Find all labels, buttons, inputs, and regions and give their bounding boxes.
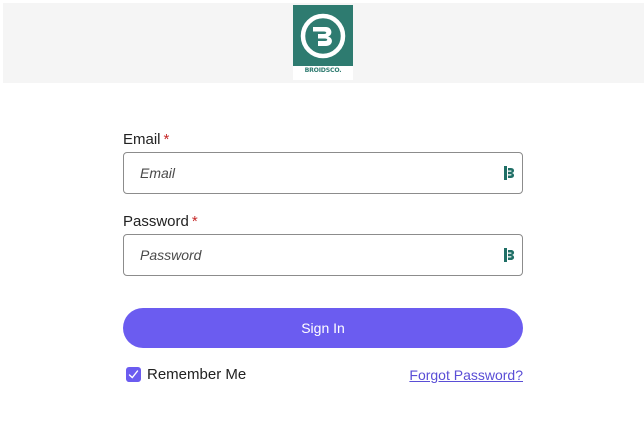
password-manager-icon[interactable]: [504, 248, 516, 262]
remember-me-checkbox[interactable]: [126, 367, 141, 382]
email-field[interactable]: [123, 152, 523, 194]
email-label-text: Email: [123, 131, 161, 148]
check-icon: [128, 370, 139, 379]
sign-in-button[interactable]: Sign In: [123, 308, 523, 348]
password-label-text: Password: [123, 213, 189, 230]
brand-logo: BROIDSCO.: [293, 5, 353, 80]
broids-b-logo-icon: [293, 5, 353, 66]
password-field[interactable]: [123, 234, 523, 276]
required-marker: *: [191, 213, 198, 230]
remember-me-label: Remember Me: [147, 366, 247, 383]
brand-name: BROIDSCO.: [304, 67, 342, 74]
email-label: Email *: [123, 131, 169, 148]
password-input[interactable]: [124, 235, 500, 275]
forgot-password-link[interactable]: Forgot Password?: [409, 367, 523, 383]
email-input[interactable]: [124, 153, 500, 193]
password-label: Password *: [123, 213, 198, 230]
required-marker: *: [163, 131, 170, 148]
password-manager-icon[interactable]: [504, 166, 516, 180]
remember-me[interactable]: Remember Me: [126, 366, 246, 383]
